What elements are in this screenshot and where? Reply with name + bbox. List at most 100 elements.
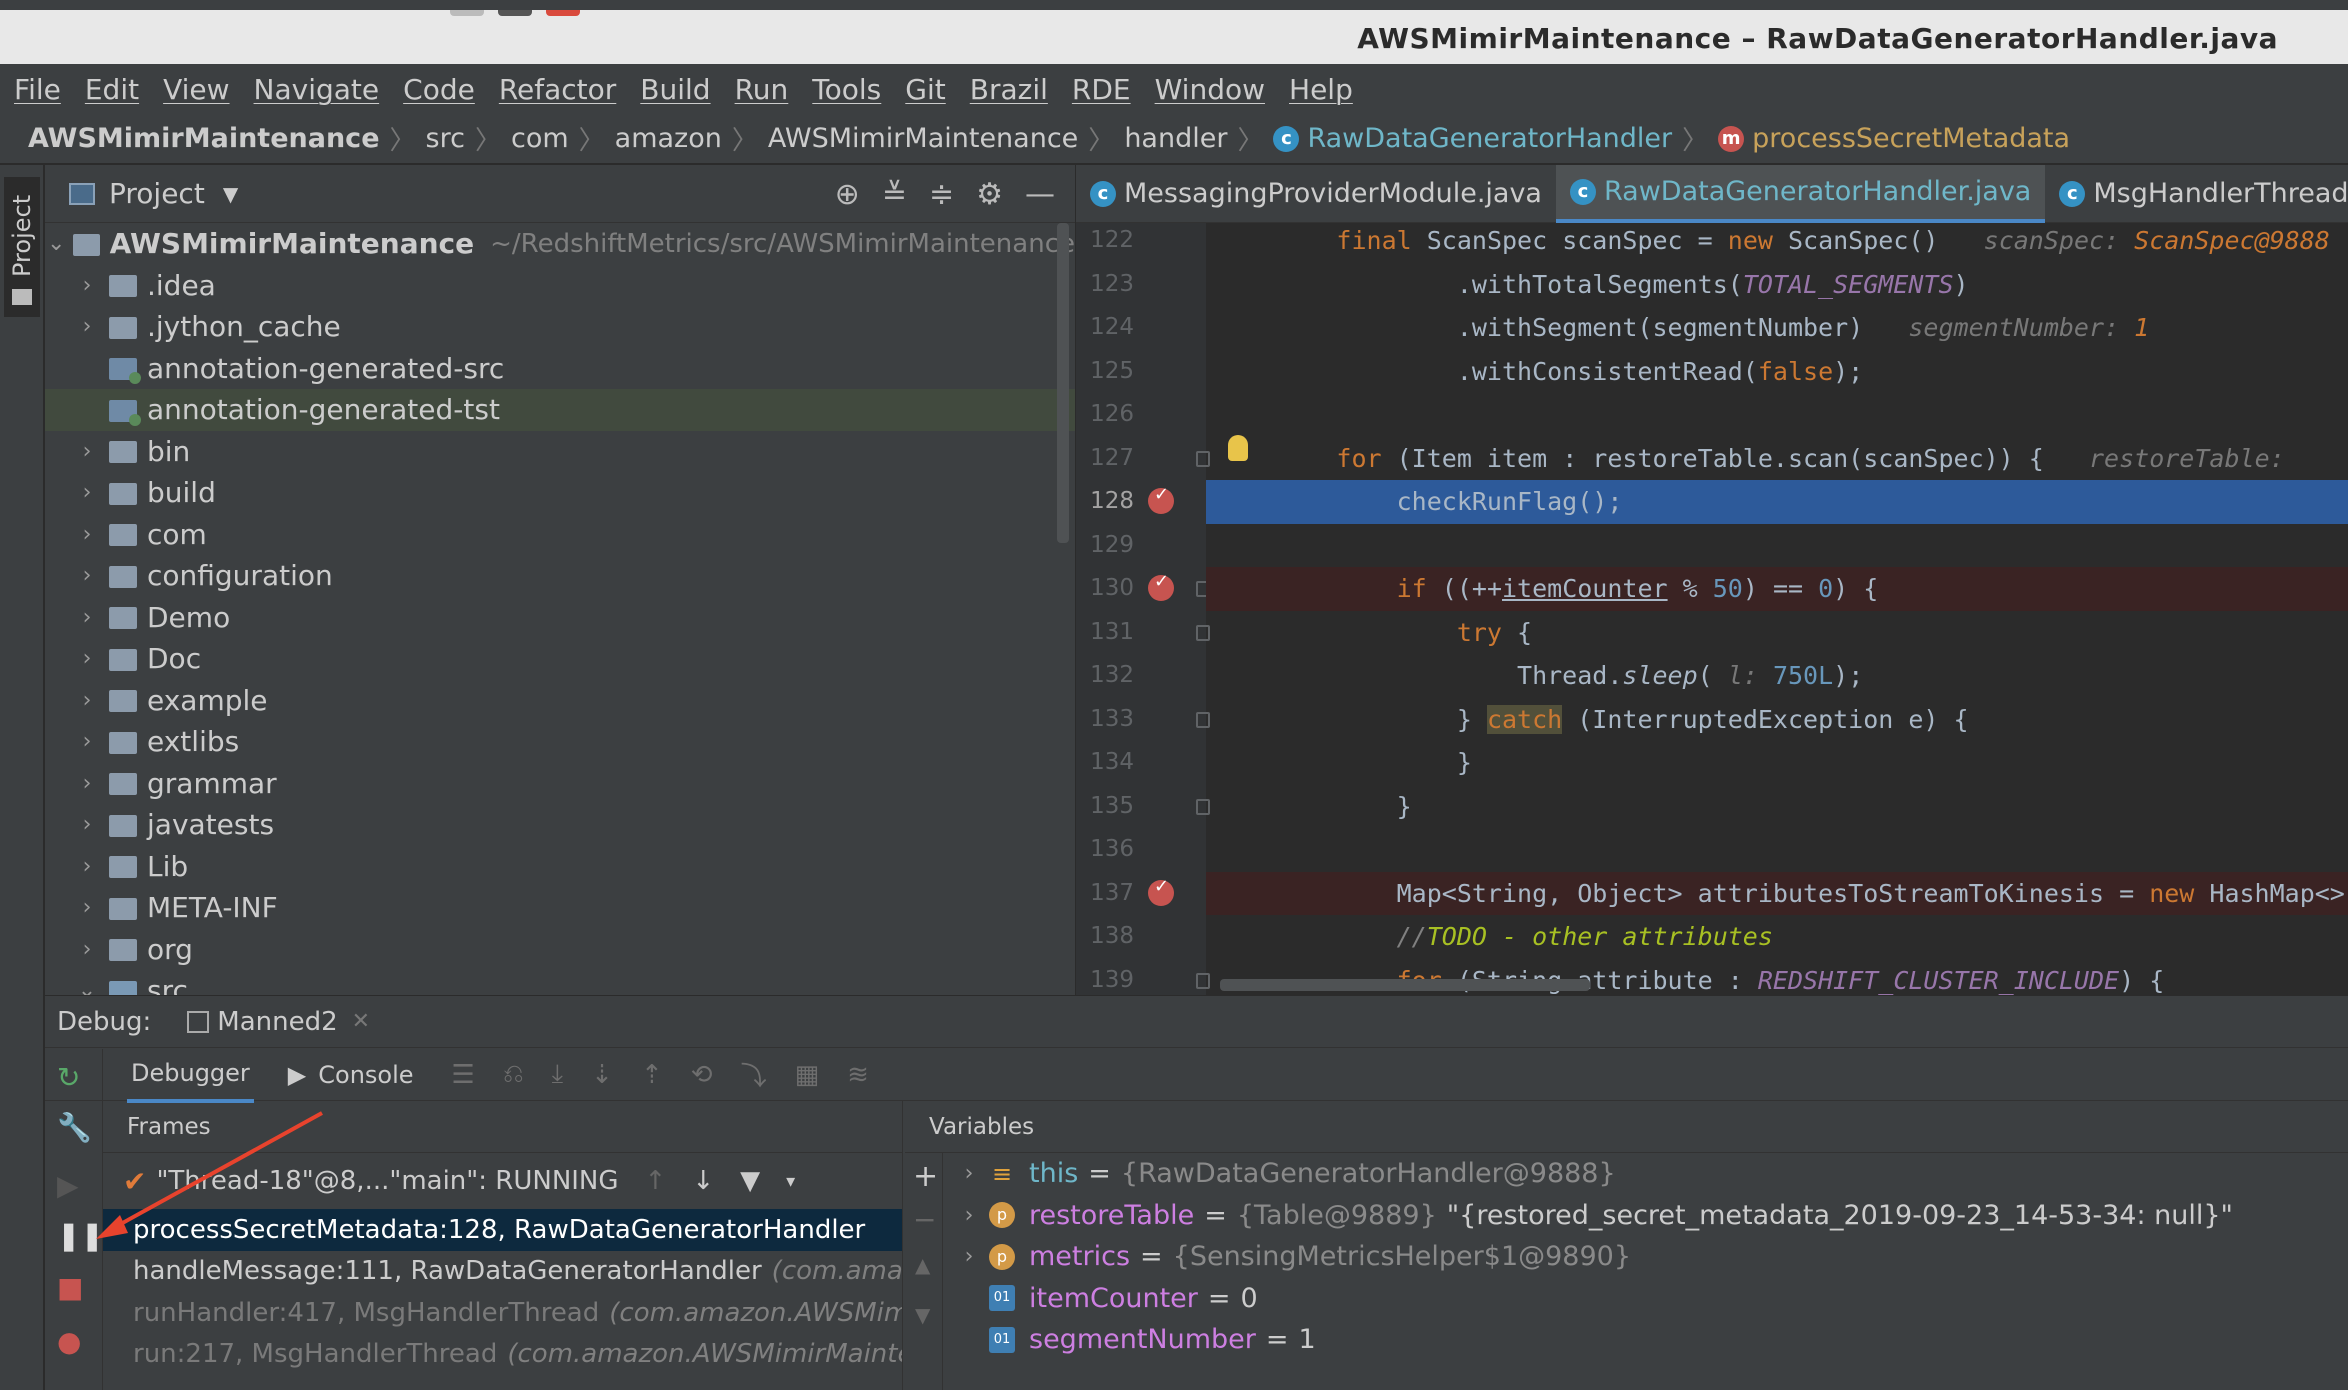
filter-icon[interactable]: ▼: [740, 1166, 760, 1196]
breadcrumb-class[interactable]: RawDataGeneratorHandler: [1307, 123, 1672, 154]
code-line[interactable]: [1206, 828, 2348, 872]
code-line[interactable]: }: [1206, 741, 2348, 785]
breadcrumb-item[interactable]: handler: [1124, 123, 1227, 154]
show-execution-point-icon[interactable]: ⎌: [503, 1059, 524, 1090]
wrench-icon[interactable]: 🔧: [57, 1111, 92, 1144]
arrow-down-icon[interactable]: ↓: [692, 1166, 714, 1196]
step-out-icon[interactable]: ⇡: [641, 1060, 663, 1090]
debug-session-tab[interactable]: Manned2 ✕: [187, 1007, 370, 1037]
tree-item[interactable]: › build: [45, 472, 1075, 514]
code-editor[interactable]: 122 123 124 125 126 127 128 129 130 131 132 133 134 1…: [1076, 223, 2348, 995]
menu-item-help[interactable]: Help: [1289, 73, 1353, 106]
chevron-right-icon[interactable]: ›: [75, 688, 99, 713]
editor-horizontal-scrollbar[interactable]: [1220, 979, 1590, 991]
code-line[interactable]: for (Item item : restoreTable.scan(scanS…: [1206, 437, 2348, 481]
chevron-right-icon[interactable]: ›: [75, 522, 99, 547]
variable-row[interactable]: › ≡ this = {RawDataGeneratorHandler@9888}: [905, 1153, 2348, 1195]
tree-item[interactable]: › javatests: [45, 804, 1075, 846]
step-over-icon[interactable]: ⤓: [552, 1059, 564, 1090]
menu-item-tools[interactable]: Tools: [812, 73, 881, 106]
chevron-right-icon[interactable]: ›: [75, 439, 99, 464]
breakpoint-icon[interactable]: [1148, 876, 1174, 906]
breakpoint-icon[interactable]: [1148, 571, 1174, 601]
locate-icon[interactable]: ⊕: [835, 177, 860, 212]
code-line[interactable]: } catch (InterruptedException e) {: [1206, 698, 2348, 742]
code-line[interactable]: final ScanSpec scanSpec = new ScanSpec()…: [1206, 223, 2348, 263]
resume-icon[interactable]: ▶: [57, 1169, 79, 1202]
variable-row[interactable]: 01 itemCounter = 0: [905, 1278, 2348, 1320]
project-panel-title[interactable]: Project: [109, 177, 205, 210]
chevron-right-icon[interactable]: ›: [75, 729, 99, 754]
chevron-right-icon[interactable]: ›: [75, 771, 99, 796]
rerun-icon[interactable]: ↻: [57, 1061, 80, 1094]
arrow-up-icon[interactable]: ↑: [645, 1166, 667, 1196]
chevron-right-icon[interactable]: ›: [75, 273, 99, 298]
window-maximize-icon[interactable]: [498, 10, 532, 16]
chevron-right-icon[interactable]: ›: [75, 937, 99, 962]
tree-item[interactable]: › configuration: [45, 555, 1075, 597]
code-line[interactable]: [1206, 393, 2348, 437]
tree-item[interactable]: › Doc: [45, 638, 1075, 680]
stack-frame[interactable]: handleMessage:111, RawDataGeneratorHandl…: [103, 1251, 902, 1293]
tree-item[interactable]: › grammar: [45, 763, 1075, 805]
collapse-all-icon[interactable]: ≑: [929, 177, 954, 212]
layout-icon[interactable]: ☰: [452, 1060, 475, 1090]
menu-item-refactor[interactable]: Refactor: [499, 73, 616, 106]
code-line[interactable]: .withSegment(segmentNumber) segmentNumbe…: [1206, 306, 2348, 350]
chevron-right-icon[interactable]: ›: [949, 1161, 989, 1186]
tree-item[interactable]: › bin: [45, 431, 1075, 473]
menu-item-build[interactable]: Build: [640, 73, 710, 106]
chevron-right-icon[interactable]: ›: [75, 854, 99, 879]
tree-item[interactable]: annotation-generated-src: [45, 348, 1075, 390]
chevron-down-icon[interactable]: ⌄: [45, 231, 67, 256]
close-icon[interactable]: ✕: [352, 1009, 370, 1034]
chevron-right-icon[interactable]: ›: [949, 1244, 989, 1269]
breadcrumb-item[interactable]: src: [426, 123, 465, 154]
breadcrumb-item[interactable]: amazon: [615, 123, 722, 154]
tree-item[interactable]: › Demo: [45, 597, 1075, 639]
code-line[interactable]: Thread.sleep( l: 750L);: [1206, 654, 2348, 698]
chevron-right-icon[interactable]: ›: [75, 895, 99, 920]
variable-row[interactable]: › p metrics = {SensingMetricsHelper$1@9890}: [905, 1236, 2348, 1278]
tree-item[interactable]: › .jython_cache: [45, 306, 1075, 348]
gear-icon[interactable]: ⚙: [976, 177, 1003, 212]
tree-item[interactable]: › com: [45, 514, 1075, 556]
tree-root[interactable]: ⌄ AWSMimirMaintenance ~/RedshiftMetrics/sr…: [45, 223, 1075, 265]
step-into-icon[interactable]: ⇣: [591, 1060, 613, 1090]
variable-row[interactable]: 01 segmentNumber = 1: [905, 1319, 2348, 1361]
chevron-right-icon[interactable]: ›: [75, 812, 99, 837]
stack-frame[interactable]: run:217, MsgHandlerThread (com.amazon.AWS…: [103, 1334, 902, 1376]
breadcrumb-item[interactable]: com: [511, 123, 569, 154]
drop-frame-icon[interactable]: ⟲: [691, 1060, 713, 1090]
chevron-right-icon[interactable]: ›: [75, 605, 99, 630]
window-close-icon[interactable]: [546, 10, 580, 16]
editor-tab[interactable]: c MsgHandlerThread.class: [2045, 165, 2348, 223]
tree-item[interactable]: › META-INF: [45, 887, 1075, 929]
window-minimize-icon[interactable]: [450, 10, 484, 16]
breadcrumb-item[interactable]: AWSMimirMaintenance: [768, 123, 1078, 154]
chevron-right-icon[interactable]: ›: [75, 314, 99, 339]
tree-item[interactable]: › Lib: [45, 846, 1075, 888]
view-breakpoints-icon[interactable]: ●: [57, 1325, 81, 1358]
tree-item[interactable]: › extlibs: [45, 721, 1075, 763]
editor-gutter[interactable]: 122 123 124 125 126 127 128 129 130 131 132 133 134 1…: [1076, 223, 1210, 995]
variable-row[interactable]: › p restoreTable = {Table@9889} "{restored_se…: [905, 1195, 2348, 1237]
evaluate-expression-icon[interactable]: ▦: [795, 1060, 820, 1090]
menu-item-window[interactable]: Window: [1155, 73, 1265, 106]
tree-item[interactable]: › example: [45, 680, 1075, 722]
project-scrollbar[interactable]: [1057, 223, 1069, 543]
expand-all-icon[interactable]: ≚: [882, 177, 907, 212]
code-line[interactable]: Map<String, Object> attributesToStreamTo…: [1206, 871, 2348, 915]
code-line[interactable]: try {: [1206, 611, 2348, 655]
project-tool-tab[interactable]: Project: [4, 177, 40, 317]
code-line[interactable]: .withTotalSegments(TOTAL_SEGMENTS): [1206, 263, 2348, 307]
menu-item-view[interactable]: View: [163, 73, 229, 106]
editor-tab[interactable]: c MessagingProviderModule.java: [1076, 165, 1556, 223]
code-line[interactable]: //TODO - other attributes: [1206, 915, 2348, 959]
hide-icon[interactable]: —: [1025, 177, 1055, 212]
menu-item-navigate[interactable]: Navigate: [254, 73, 380, 106]
code-line[interactable]: }: [1206, 785, 2348, 829]
menu-item-file[interactable]: File: [14, 73, 61, 106]
stop-icon[interactable]: ■: [57, 1271, 83, 1304]
tab-debugger[interactable]: Debugger: [127, 1047, 254, 1103]
